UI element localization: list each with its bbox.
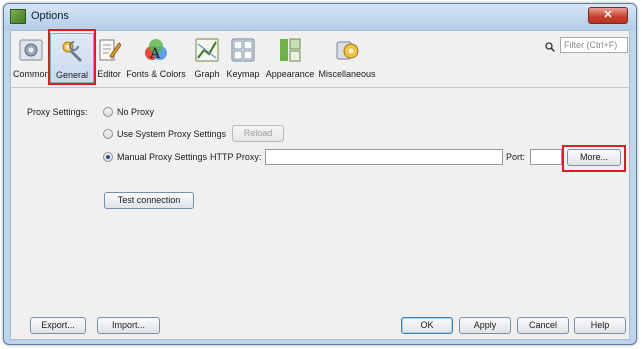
category-fonts-colors[interactable]: A Fonts & Colors [124, 33, 188, 83]
general-highlight-box [48, 29, 96, 85]
options-content: Common General Editor A Fonts & Colors G… [10, 29, 630, 341]
http-proxy-label: HTTP Proxy: [210, 152, 262, 162]
miscellaneous-icon [336, 41, 359, 60]
more-highlight-box [562, 145, 626, 172]
no-proxy-label: No Proxy [117, 107, 155, 117]
system-proxy-option[interactable]: Use System Proxy Settings [103, 128, 233, 142]
port-label: Port: [506, 152, 526, 162]
category-label: Editor [97, 69, 121, 79]
export-button[interactable]: Export... [30, 317, 86, 334]
fonts-colors-icon: A [145, 39, 167, 62]
category-label: Appearance [265, 69, 315, 79]
manual-proxy-radio[interactable] [103, 152, 113, 162]
category-common[interactable]: Common [13, 33, 50, 83]
import-button[interactable]: Import... [97, 317, 160, 334]
svg-text:A: A [149, 46, 161, 62]
ok-button[interactable]: OK [401, 317, 453, 334]
manual-proxy-option[interactable]: Manual Proxy Settings [103, 151, 215, 165]
close-button[interactable]: ✕ [588, 7, 628, 24]
category-keymap[interactable]: Keymap [225, 33, 261, 83]
category-toolbar: Common General Editor A Fonts & Colors G… [11, 29, 629, 87]
options-window: Options ✕ Common General Editor A Fonts … [3, 3, 637, 345]
keymap-icon [231, 38, 255, 62]
http-proxy-input[interactable] [265, 149, 503, 165]
editor-icon [99, 39, 121, 61]
system-proxy-label: Use System Proxy Settings [117, 129, 227, 139]
search-icon [545, 42, 555, 52]
category-appearance[interactable]: Appearance [264, 33, 316, 83]
category-label: Fonts & Colors [126, 69, 186, 79]
common-icon [19, 39, 43, 61]
category-label: Miscellaneous [318, 69, 376, 79]
appearance-icon [280, 38, 301, 62]
app-icon [10, 9, 26, 24]
system-proxy-radio[interactable] [103, 129, 113, 139]
graph-icon [195, 38, 219, 62]
port-input[interactable] [530, 149, 562, 165]
category-editor[interactable]: Editor [95, 33, 123, 83]
reload-button[interactable]: Reload [232, 125, 284, 142]
title-bar[interactable]: Options ✕ [4, 4, 636, 30]
category-miscellaneous[interactable]: Miscellaneous [318, 33, 376, 83]
cancel-button[interactable]: Cancel [517, 317, 569, 334]
category-label: Common [13, 69, 50, 79]
no-proxy-option[interactable]: No Proxy [103, 106, 183, 120]
window-title: Options [31, 10, 69, 22]
help-button[interactable]: Help [574, 317, 626, 334]
proxy-settings-label: Proxy Settings: [27, 107, 88, 117]
general-panel: Proxy Settings: No Proxy Use System Prox… [11, 88, 629, 341]
no-proxy-radio[interactable] [103, 107, 113, 117]
manual-proxy-label: Manual Proxy Settings [117, 152, 208, 162]
category-label: Graph [194, 69, 220, 79]
test-connection-button[interactable]: Test connection [104, 192, 194, 209]
filter-input[interactable]: Filter (Ctrl+F) [560, 37, 628, 53]
category-label: Keymap [226, 69, 260, 79]
apply-button[interactable]: Apply [459, 317, 511, 334]
category-graph[interactable]: Graph [191, 33, 223, 83]
